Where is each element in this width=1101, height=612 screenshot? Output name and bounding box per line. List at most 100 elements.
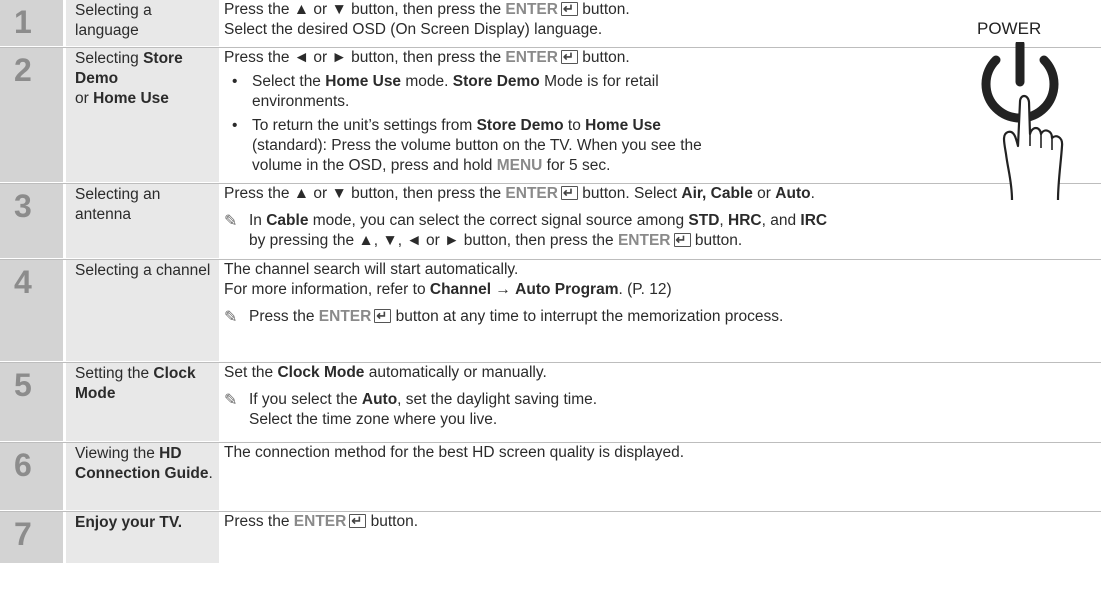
step-row: 4 Selecting a channel The channel search w… — [0, 260, 1101, 361]
step-title: Viewing the HD Connection Guide. — [66, 443, 219, 510]
description-line: volume in the OSD, press and hold MENU f… — [252, 156, 984, 176]
bold-term: Auto — [775, 185, 811, 202]
step-number: 3 — [0, 184, 63, 258]
power-label: POWER — [977, 19, 1042, 38]
bold-term: Air, Cable — [681, 185, 753, 202]
bold-term: Home Use — [93, 90, 169, 107]
step-row: 1 Selecting a language Press the ▲ or ▼ bu… — [0, 0, 1101, 46]
text-run: . (P. 12) — [618, 281, 672, 298]
key-name: ENTER — [617, 232, 671, 249]
text-run: (standard): Press the volume button on t… — [252, 137, 702, 154]
text-run: volume in the OSD, press and hold — [252, 157, 497, 174]
step-title: Selecting a language — [66, 0, 219, 46]
text-run: mode, you can select the correct signal … — [308, 212, 689, 229]
key-name: ENTER — [505, 185, 558, 202]
description-line: In Cable mode, you can select the correc… — [249, 211, 984, 231]
bold-term: Auto Program — [515, 281, 619, 298]
text-run: . — [810, 185, 815, 202]
bold-term: Connection Guide — [75, 465, 209, 482]
description-line: (standard): Press the volume button on t… — [252, 136, 984, 156]
step-row: 3 Selecting an antenna Press the ▲ or ▼ bu… — [0, 183, 1101, 258]
enter-icon — [560, 47, 578, 67]
bold-term: HRC — [728, 212, 762, 229]
text-run: or — [75, 90, 94, 107]
step-number: 2 — [0, 48, 63, 182]
text-run: , and — [761, 212, 801, 229]
description-line: To return the unit’s settings from Store… — [252, 116, 984, 136]
enter-icon — [560, 183, 578, 203]
bold-term: IRC — [800, 212, 828, 229]
step-description: Press the ◄ or ► button, then press the … — [224, 47, 984, 176]
bold-term: Home Use — [585, 117, 661, 134]
description-line: by pressing the ▲, ▼, ◄ or ► button, the… — [249, 230, 984, 251]
pencil-note-icon: ✎ — [224, 213, 238, 230]
description-line: Select the time zone where you live. — [249, 410, 984, 430]
step-description: Press the ▲ or ▼ button, then press the … — [224, 0, 984, 40]
step-number: 6 — [0, 443, 63, 510]
step-description: The connection method for the best HD sc… — [224, 443, 984, 463]
text-run: to — [563, 117, 586, 134]
enter-icon — [374, 306, 392, 326]
text-run: In — [249, 212, 267, 229]
text-run: , — [719, 212, 729, 229]
description-line: Press the ENTER button at any time to in… — [249, 306, 984, 327]
text-run: Select the — [252, 73, 326, 90]
description-line: Press the ▲ or ▼ button, then press the … — [224, 183, 984, 204]
bold-term: Clock — [153, 365, 196, 382]
text-run: Press the — [224, 513, 294, 530]
step-description: The channel search will start automatica… — [224, 260, 984, 327]
step-description: Press the ▲ or ▼ button, then press the … — [224, 183, 984, 251]
text-run: Selecting — [75, 50, 144, 67]
text-run: Selecting an antenna — [75, 186, 161, 223]
step-description: Set the Clock Mode automatically or manu… — [224, 363, 984, 430]
step-number: 5 — [0, 363, 63, 441]
text-run: environments. — [252, 93, 350, 110]
description-line: Press the ENTER button. — [224, 511, 984, 532]
text-run: Setting the — [75, 365, 154, 382]
power-button-hand-icon — [981, 42, 1064, 201]
bold-term: Store Demo — [452, 73, 540, 90]
pencil-note-icon: ✎ — [224, 309, 238, 326]
text-run: button. — [577, 49, 630, 66]
description-line: The channel search will start automatica… — [224, 260, 984, 280]
description-line: Press the ▲ or ▼ button, then press the … — [224, 0, 984, 20]
enter-icon — [349, 511, 367, 531]
text-run: Set the — [224, 364, 278, 381]
text-run: Press the — [249, 308, 319, 325]
step-row: 5 Setting the Clock Mode Set the Clock Mode… — [0, 363, 1101, 441]
text-run: Viewing the — [75, 445, 160, 462]
description-line: Press the ◄ or ► button, then press the … — [224, 47, 984, 68]
step-title: Selecting an antenna — [66, 184, 219, 258]
step-number: 4 — [0, 260, 63, 361]
step-title: Setting the Clock Mode — [66, 363, 219, 441]
bold-term: Store Demo — [476, 117, 564, 134]
pencil-note-icon: ✎ — [224, 392, 238, 409]
text-run: button. — [690, 232, 743, 249]
text-run: For more information, refer to — [224, 281, 430, 298]
step-row: 6 Viewing the HD Connection Guide. The conn… — [0, 443, 1101, 510]
bold-term: Auto — [361, 391, 398, 408]
enter-icon — [560, 0, 578, 19]
bold-term: Enjoy your TV. — [75, 514, 183, 531]
text-run: button at any time to interrupt the memo… — [391, 308, 784, 325]
step-number: 7 — [0, 512, 63, 563]
text-run: Press the ◄ or ► button, then press the — [224, 49, 506, 66]
text-run: The channel search will start automatica… — [224, 261, 519, 278]
text-run: , set the daylight saving time. — [397, 391, 598, 408]
step-title: Selecting a channel — [66, 260, 219, 361]
bullet-item: • Select the Home Use mode. Store Demo Mo… — [224, 72, 984, 112]
text-run: Press the ▲ or ▼ button, then press the — [224, 185, 506, 202]
description-line: environments. — [252, 92, 984, 112]
text-run: Selecting a channel — [75, 262, 211, 279]
bullet-item: • To return the unit’s settings from Stor… — [224, 116, 984, 176]
enter-icon — [673, 230, 691, 250]
text-run: If you select the — [249, 391, 362, 408]
description-line: Select the desired OSD (On Screen Displa… — [224, 20, 984, 40]
text-run: Selecting a language — [75, 2, 152, 39]
text-run: button. — [577, 1, 630, 18]
text-run: . — [208, 465, 213, 482]
bold-term: Mode — [75, 385, 116, 402]
bold-term: HD — [159, 445, 182, 462]
text-run: The connection method for the best HD sc… — [224, 444, 685, 461]
text-run: button. Select — [577, 185, 682, 202]
